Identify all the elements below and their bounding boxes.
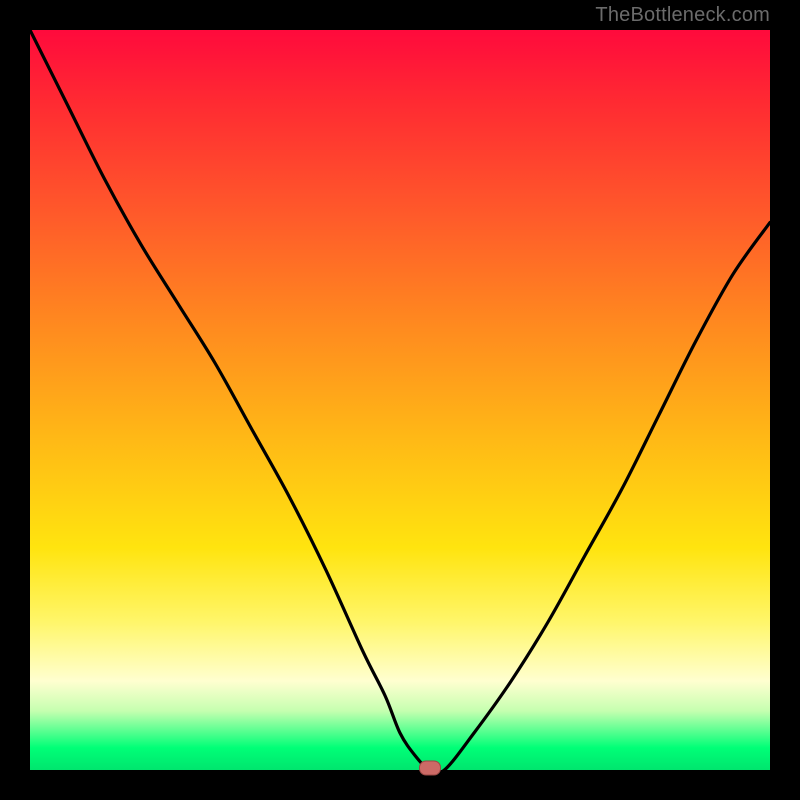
optimal-point-marker [419,761,441,776]
plot-area [30,30,770,770]
bottleneck-curve [30,30,770,770]
chart-frame: TheBottleneck.com [0,0,800,800]
watermark-text: TheBottleneck.com [595,4,770,27]
